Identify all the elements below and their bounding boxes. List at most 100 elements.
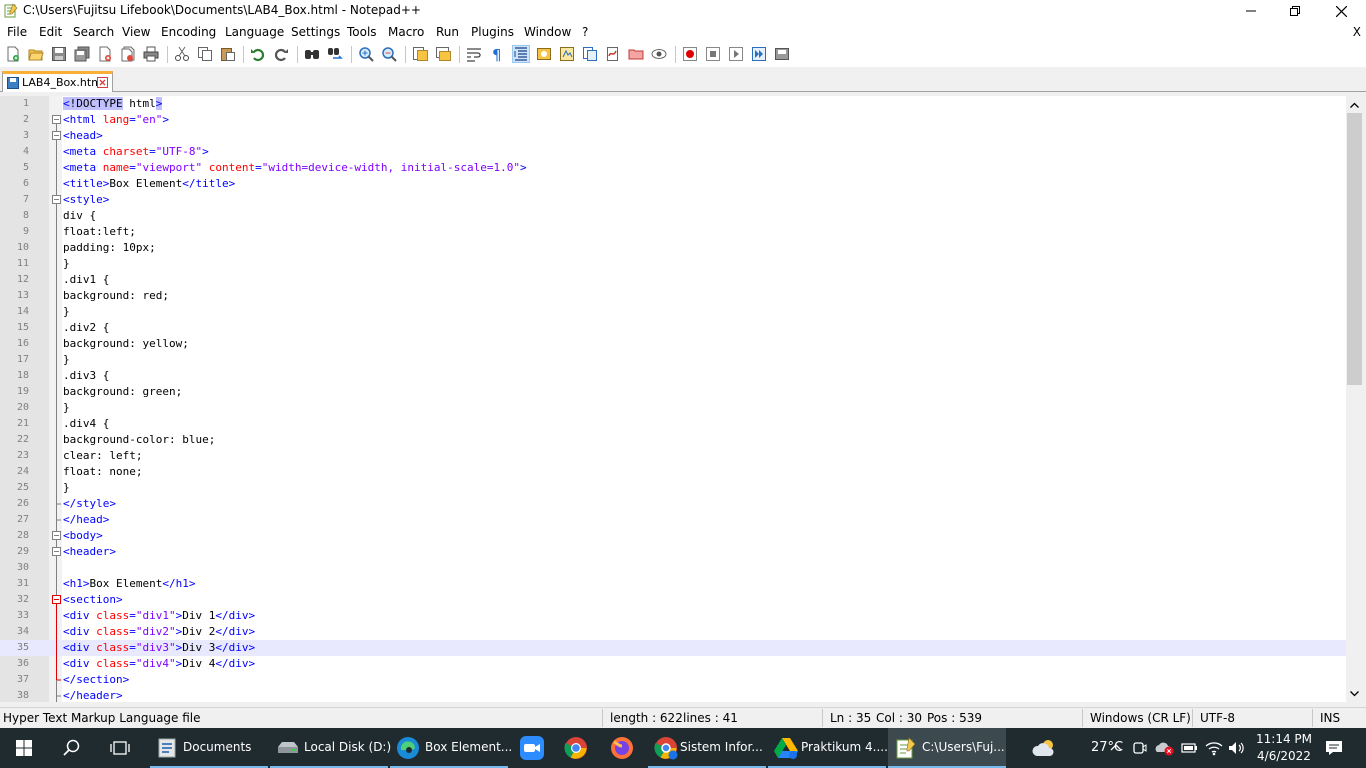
folder-as-workspace-icon[interactable] [605, 46, 621, 62]
menu-settings[interactable]: Settings [291, 25, 340, 39]
redo-icon[interactable] [273, 46, 289, 62]
code-line[interactable]: 21 .div4 { [0, 416, 1346, 432]
taskbar-edge[interactable]: Box Element... [390, 728, 512, 768]
run-macro-multiple-icon[interactable] [751, 46, 767, 62]
fold-collapse-icon[interactable] [52, 544, 61, 560]
menu-language[interactable]: Language [225, 25, 284, 39]
code-line[interactable]: 2 <html lang="en"> [0, 112, 1346, 128]
taskbar-local-disk[interactable]: Local Disk (D:) [270, 728, 391, 768]
menu-plugins[interactable]: Plugins [471, 25, 514, 39]
undo-icon[interactable] [250, 46, 266, 62]
code-line[interactable]: 29 <header> [0, 544, 1346, 560]
code-line[interactable]: 6 <title>Box Element</title> [0, 176, 1346, 192]
menu-window[interactable]: Window [524, 25, 571, 39]
fold-collapse-icon[interactable] [52, 528, 61, 544]
code-line[interactable]: 12 .div1 { [0, 272, 1346, 288]
taskbar-zoom[interactable] [510, 728, 554, 768]
scroll-up-button[interactable] [1346, 96, 1363, 113]
code-line[interactable]: 24 float: none; [0, 464, 1346, 480]
menu-encoding[interactable]: Encoding [161, 25, 216, 39]
code-line[interactable]: 35 <div class="div3">Div 3</div> [0, 640, 1346, 656]
folder-workspace-icon[interactable] [628, 46, 644, 62]
copy-icon[interactable] [197, 46, 213, 62]
code-line[interactable]: 20} [0, 400, 1346, 416]
wifi-icon[interactable] [1205, 740, 1223, 756]
menu-edit[interactable]: Edit [39, 25, 62, 39]
notification-icon[interactable] [1325, 740, 1343, 756]
find-icon[interactable] [304, 46, 320, 62]
code-line[interactable]: 16 background: yellow; [0, 336, 1346, 352]
cut-icon[interactable] [174, 46, 190, 62]
code-line[interactable]: 9 float:left; [0, 224, 1346, 240]
menu-tools[interactable]: Tools [347, 25, 377, 39]
code-line[interactable]: 15 .div2 { [0, 320, 1346, 336]
zoom-out-icon[interactable] [381, 46, 397, 62]
code-line[interactable]: 33 <div class="div1">Div 1</div> [0, 608, 1346, 624]
weather-cloud-sun-icon[interactable] [1032, 738, 1058, 758]
minimize-button[interactable] [1228, 0, 1274, 22]
zoom-in-icon[interactable] [358, 46, 374, 62]
close-document-button[interactable]: X [1353, 25, 1361, 39]
paste-icon[interactable] [220, 46, 236, 62]
tab-lab4-box[interactable]: LAB4_Box.html [2, 71, 113, 92]
tab-close-icon[interactable] [97, 77, 108, 88]
code-line[interactable]: 19 background: green; [0, 384, 1346, 400]
code-line[interactable]: 1 <!DOCTYPE html> [0, 96, 1346, 112]
code-line[interactable]: 4 <meta charset="UTF-8"> [0, 144, 1346, 160]
taskbar-chrome-sistem[interactable]: Sistem Infor... [648, 728, 766, 768]
save-macro-icon[interactable] [774, 46, 790, 62]
menu-help[interactable]: ? [582, 25, 588, 39]
fold-collapse-icon[interactable] [52, 592, 61, 608]
sync-vertical-icon[interactable] [412, 46, 428, 62]
menu-search[interactable]: Search [73, 25, 114, 39]
taskbar-chrome[interactable] [554, 728, 598, 768]
sync-horizontal-icon[interactable] [435, 46, 451, 62]
status-eol[interactable]: Windows (CR LF) [1090, 711, 1191, 725]
onedrive-error-icon[interactable] [1155, 740, 1175, 756]
status-insert-mode[interactable]: INS [1320, 711, 1340, 725]
code-line[interactable]: 26 </style> [0, 496, 1346, 512]
code-line[interactable]: 23 clear: left; [0, 448, 1346, 464]
code-line[interactable]: 37 </section> [0, 672, 1346, 688]
play-macro-icon[interactable] [728, 46, 744, 62]
taskbar-documents[interactable]: Documents [150, 728, 268, 768]
code-line[interactable]: 5 <meta name="viewport" content="width=de… [0, 160, 1346, 176]
word-wrap-icon[interactable] [466, 46, 482, 62]
clock-date[interactable]: 4/6/2022 [1256, 749, 1312, 763]
code-line[interactable]: 25} [0, 480, 1346, 496]
code-line[interactable]: 22 background-color: blue; [0, 432, 1346, 448]
code-line[interactable]: 10 padding: 10px; [0, 240, 1346, 256]
code-line[interactable]: 28 <body> [0, 528, 1346, 544]
code-line[interactable]: 18 .div3 { [0, 368, 1346, 384]
show-all-chars-icon[interactable]: ¶ [489, 46, 505, 62]
code-line[interactable]: 30 [0, 560, 1346, 576]
start-button[interactable] [0, 728, 48, 768]
doc-map-icon[interactable] [559, 46, 575, 62]
code-line[interactable]: 7 <style> [0, 192, 1346, 208]
battery-icon[interactable] [1181, 741, 1199, 755]
fold-collapse-icon[interactable] [52, 192, 61, 208]
vertical-scrollbar[interactable] [1346, 96, 1363, 702]
task-view-button[interactable] [96, 728, 144, 768]
menu-file[interactable]: File [7, 25, 27, 39]
code-line[interactable]: 14} [0, 304, 1346, 320]
code-line[interactable]: 32 <section> [0, 592, 1346, 608]
code-line[interactable]: 11} [0, 256, 1346, 272]
chevron-up-icon[interactable] [1110, 743, 1122, 751]
menu-macro[interactable]: Macro [388, 25, 424, 39]
code-line[interactable]: 27 </head> [0, 512, 1346, 528]
record-macro-icon[interactable] [682, 46, 698, 62]
clock-time[interactable]: 11:14 PM [1256, 732, 1312, 746]
print-icon[interactable] [143, 46, 159, 62]
new-file-icon[interactable] [5, 46, 21, 62]
volume-icon[interactable] [1228, 740, 1246, 756]
status-encoding[interactable]: UTF-8 [1200, 711, 1235, 725]
menu-view[interactable]: View [122, 25, 150, 39]
scroll-down-button[interactable] [1346, 685, 1363, 702]
user-defined-lang-icon[interactable] [536, 46, 552, 62]
code-line[interactable]: 3 <head> [0, 128, 1346, 144]
save-icon[interactable] [51, 46, 67, 62]
taskbar-notepad[interactable]: C:\Users\Fuj... [888, 728, 1006, 768]
menu-run[interactable]: Run [436, 25, 459, 39]
replace-icon[interactable] [327, 46, 343, 62]
